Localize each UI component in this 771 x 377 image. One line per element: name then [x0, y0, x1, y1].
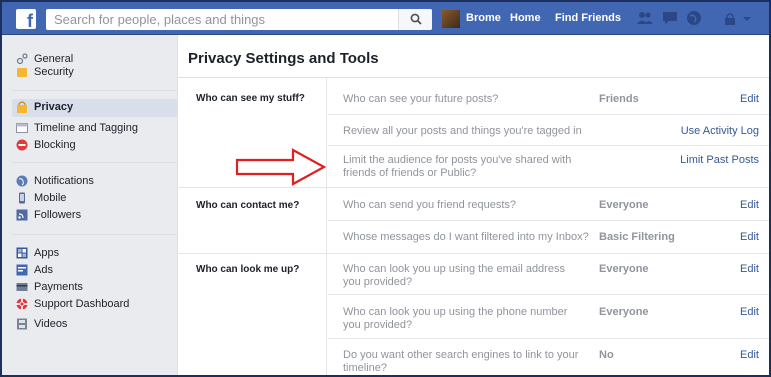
edit-phone-lookup-button[interactable]: Edit	[740, 306, 759, 318]
use-activity-log-link[interactable]: Use Activity Log	[681, 125, 759, 137]
settings-dropdown-icon[interactable]	[742, 15, 752, 23]
facebook-logo[interactable]: f	[16, 9, 36, 29]
sidebar-item-timeline-and-tagging[interactable]: Timeline and Tagging	[16, 120, 176, 138]
find-friends-link[interactable]: Find Friends	[555, 12, 621, 24]
setting-value: Basic Filtering	[599, 231, 675, 243]
sidebar-item-label: Timeline and Tagging	[34, 122, 138, 134]
row-divider	[328, 220, 770, 221]
setting-value: Everyone	[599, 306, 649, 318]
section-divider	[178, 253, 770, 254]
timeline-icon	[16, 123, 28, 133]
profile-link[interactable]: Brome	[466, 12, 501, 24]
search-input[interactable]	[46, 9, 396, 30]
sidebar-item-label: Privacy	[34, 101, 74, 113]
sidebar-divider	[12, 234, 177, 235]
block-icon	[16, 139, 28, 151]
row-divider	[328, 338, 770, 339]
section-label-contact-me: Who can contact me?	[196, 200, 300, 211]
sidebar-item-label: Apps	[34, 247, 60, 259]
sidebar-item-security[interactable]: Security	[16, 64, 176, 82]
card-icon	[16, 283, 28, 291]
section-label-look-me-up: Who can look me up?	[196, 264, 300, 275]
sidebar-item-label: Notifications	[34, 175, 94, 187]
setting-value: Everyone	[599, 199, 649, 211]
setting-value: Everyone	[599, 263, 649, 275]
film-icon	[17, 318, 27, 330]
privacy-lock-icon	[17, 101, 27, 113]
ads-icon	[16, 264, 28, 276]
sidebar-item-label: Ads	[34, 264, 53, 276]
sidebar-item-videos[interactable]: Videos	[16, 316, 176, 334]
sidebar-item-label: Support Dashboard	[34, 298, 130, 310]
sidebar-item-ads[interactable]: Ads	[16, 262, 176, 280]
row-divider	[328, 114, 770, 115]
column-divider	[326, 78, 327, 375]
row-divider	[328, 294, 770, 295]
notifications-globe-icon[interactable]	[686, 10, 702, 26]
row-divider	[328, 145, 770, 146]
setting-question: Whose messages do I want filtered into m…	[343, 231, 589, 243]
sidebar-item-label: Security	[34, 66, 74, 78]
friend-requests-icon[interactable]	[636, 10, 654, 26]
setting-question: Limit the audience for posts you've shar…	[343, 154, 572, 179]
sidebar-divider	[12, 162, 177, 163]
sidebar-item-support-dashboard[interactable]: Support Dashboard	[16, 296, 176, 314]
setting-question: Who can look you up using the phone numb…	[343, 306, 568, 331]
phone-icon	[19, 192, 25, 204]
edit-future-posts-button[interactable]: Edit	[740, 93, 759, 105]
lock-icon	[17, 68, 27, 77]
privacy-settings-panel: Privacy Settings and Tools Who can see m…	[177, 35, 770, 375]
title-divider	[178, 77, 770, 78]
setting-question: Review all your posts and things you're …	[343, 125, 582, 137]
section-label-see-my-stuff: Who can see my stuff?	[196, 93, 305, 104]
lifebuoy-icon	[16, 298, 28, 310]
edit-friend-requests-button[interactable]: Edit	[740, 199, 759, 211]
sidebar-item-apps[interactable]: Apps	[16, 245, 176, 263]
lock-icon[interactable]	[724, 13, 736, 25]
search-box	[46, 9, 432, 30]
sidebar-divider	[12, 90, 177, 91]
sidebar-item-label: Videos	[34, 318, 68, 330]
setting-value: Friends	[599, 93, 639, 105]
setting-question: Do you want other search engines to link…	[343, 349, 579, 374]
messages-icon[interactable]	[661, 10, 679, 26]
red-arrow-annotation	[235, 148, 327, 186]
sidebar-item-mobile[interactable]: Mobile	[16, 190, 176, 208]
section-divider	[178, 187, 770, 188]
sidebar-item-privacy[interactable]: Privacy	[12, 99, 178, 117]
globe-icon	[16, 175, 28, 187]
rss-icon	[16, 209, 28, 221]
edit-message-filtering-button[interactable]: Edit	[740, 231, 759, 243]
sidebar-item-label: Followers	[34, 209, 82, 221]
search-icon	[410, 13, 422, 25]
search-button[interactable]	[398, 9, 432, 30]
sidebar-item-payments[interactable]: Payments	[16, 279, 176, 297]
home-link[interactable]: Home	[510, 12, 541, 24]
sidebar-item-label: Payments	[34, 281, 83, 293]
limit-past-posts-link[interactable]: Limit Past Posts	[680, 154, 759, 166]
sidebar-item-blocking[interactable]: Blocking	[16, 137, 176, 155]
sidebar-item-notifications[interactable]: Notifications	[16, 173, 176, 191]
avatar[interactable]	[442, 10, 460, 28]
edit-search-engines-button[interactable]: Edit	[740, 349, 759, 361]
top-navigation-bar: f Brome Home Find Friends	[2, 2, 769, 35]
page-title: Privacy Settings and Tools	[188, 50, 379, 67]
sidebar-item-label: Blocking	[34, 139, 76, 151]
sidebar-item-followers[interactable]: Followers	[16, 207, 176, 225]
sidebar-item-label: Mobile	[34, 192, 67, 204]
setting-question: Who can send you friend requests?	[343, 199, 517, 211]
setting-question: Who can look you up using the email addr…	[343, 263, 565, 288]
setting-value: No	[599, 349, 614, 361]
apps-icon	[16, 247, 28, 259]
setting-question: Who can see your future posts?	[343, 93, 499, 105]
edit-email-lookup-button[interactable]: Edit	[740, 263, 759, 275]
